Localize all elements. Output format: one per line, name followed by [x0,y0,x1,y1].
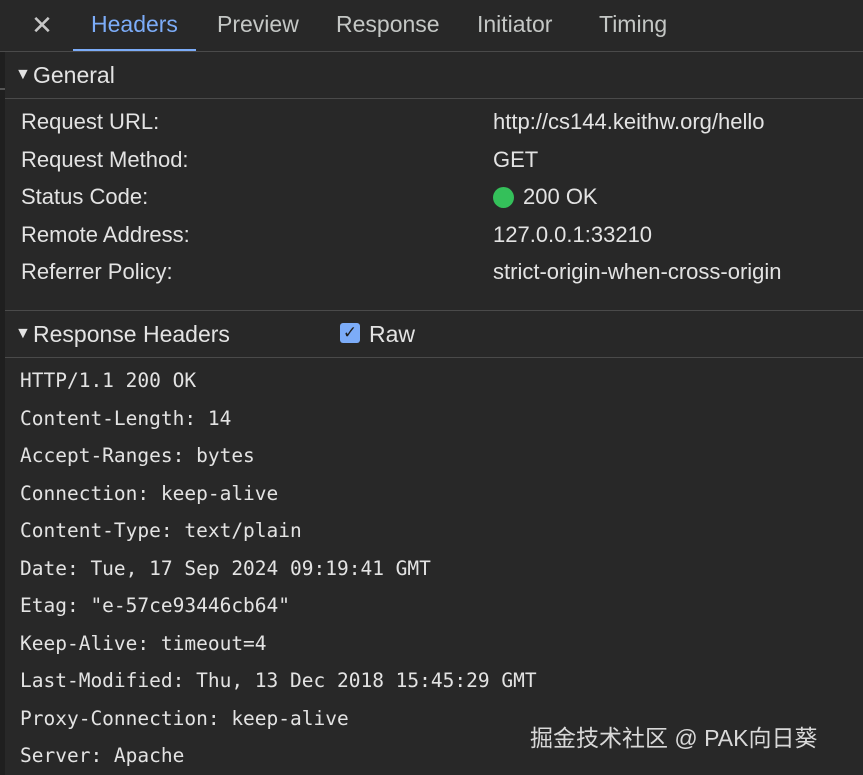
raw-checkbox[interactable]: ✓ [340,323,360,343]
remote-address-key: Remote Address: [21,222,190,247]
tab-headers-label: Headers [91,11,178,37]
raw-label[interactable]: Raw [369,311,415,357]
remote-address-value[interactable]: 127.0.0.1:33210 [493,216,652,254]
tab-bar: ✕ Headers Preview Response Initiator Tim… [0,0,863,52]
raw-header-line: Connection: keep-alive [20,482,279,505]
panel-resize-gutter[interactable] [0,52,5,775]
tab-initiator-label: Initiator [477,11,553,37]
devtools-network-details-panel: ✕ Headers Preview Response Initiator Tim… [0,0,863,775]
referrer-policy-key: Referrer Policy: [21,259,173,284]
general-section-title[interactable]: General [33,52,115,98]
raw-header-line: Proxy-Connection: keep-alive [20,707,349,730]
raw-header-line: HTTP/1.1 200 OK [20,369,197,392]
expand-caret-icon[interactable]: ▼ [15,52,31,98]
tab-preview[interactable]: Preview [217,0,299,50]
status-ok-dot-icon [493,187,514,208]
raw-header-line: Server: Apache [20,744,185,767]
status-code-text: 200 OK [523,184,598,209]
request-method-value[interactable]: GET [493,141,538,179]
response-headers-section-header[interactable]: ▼ Response Headers ✓ Raw [5,311,863,358]
raw-header-line: Last-Modified: Thu, 13 Dec 2018 15:45:29… [20,669,537,692]
raw-header-line: Content-Type: text/plain [20,519,302,542]
response-headers-section-title[interactable]: Response Headers [33,311,230,357]
status-code-key: Status Code: [21,184,149,209]
raw-header-line: Content-Length: 14 [20,407,232,430]
request-url-key: Request URL: [21,109,160,134]
raw-header-line: Keep-Alive: timeout=4 [20,632,267,655]
general-section-header[interactable]: ▼ General [5,52,863,99]
tab-response[interactable]: Response [336,0,440,50]
active-tab-indicator [73,49,196,51]
close-icon[interactable]: ✕ [23,6,61,44]
raw-header-line: Date: Tue, 17 Sep 2024 09:19:41 GMT [20,557,431,580]
tab-response-label: Response [336,11,440,37]
tab-headers[interactable]: Headers [73,0,196,51]
request-url-value[interactable]: http://cs144.keithw.org/hello [493,103,765,141]
request-method-key: Request Method: [21,147,189,172]
tab-timing-label: Timing [599,11,668,37]
tab-initiator[interactable]: Initiator [477,0,552,50]
watermark: 掘金技术社区 @ PAK向日葵 [530,725,818,751]
expand-caret-icon[interactable]: ▼ [15,311,31,357]
tab-timing[interactable]: Timing [599,0,667,50]
raw-header-line: Etag: "e-57ce93446cb64" [20,594,291,617]
raw-header-line: Accept-Ranges: bytes [20,444,255,467]
referrer-policy-value[interactable]: strict-origin-when-cross-origin [493,253,782,291]
tab-preview-label: Preview [217,11,299,37]
